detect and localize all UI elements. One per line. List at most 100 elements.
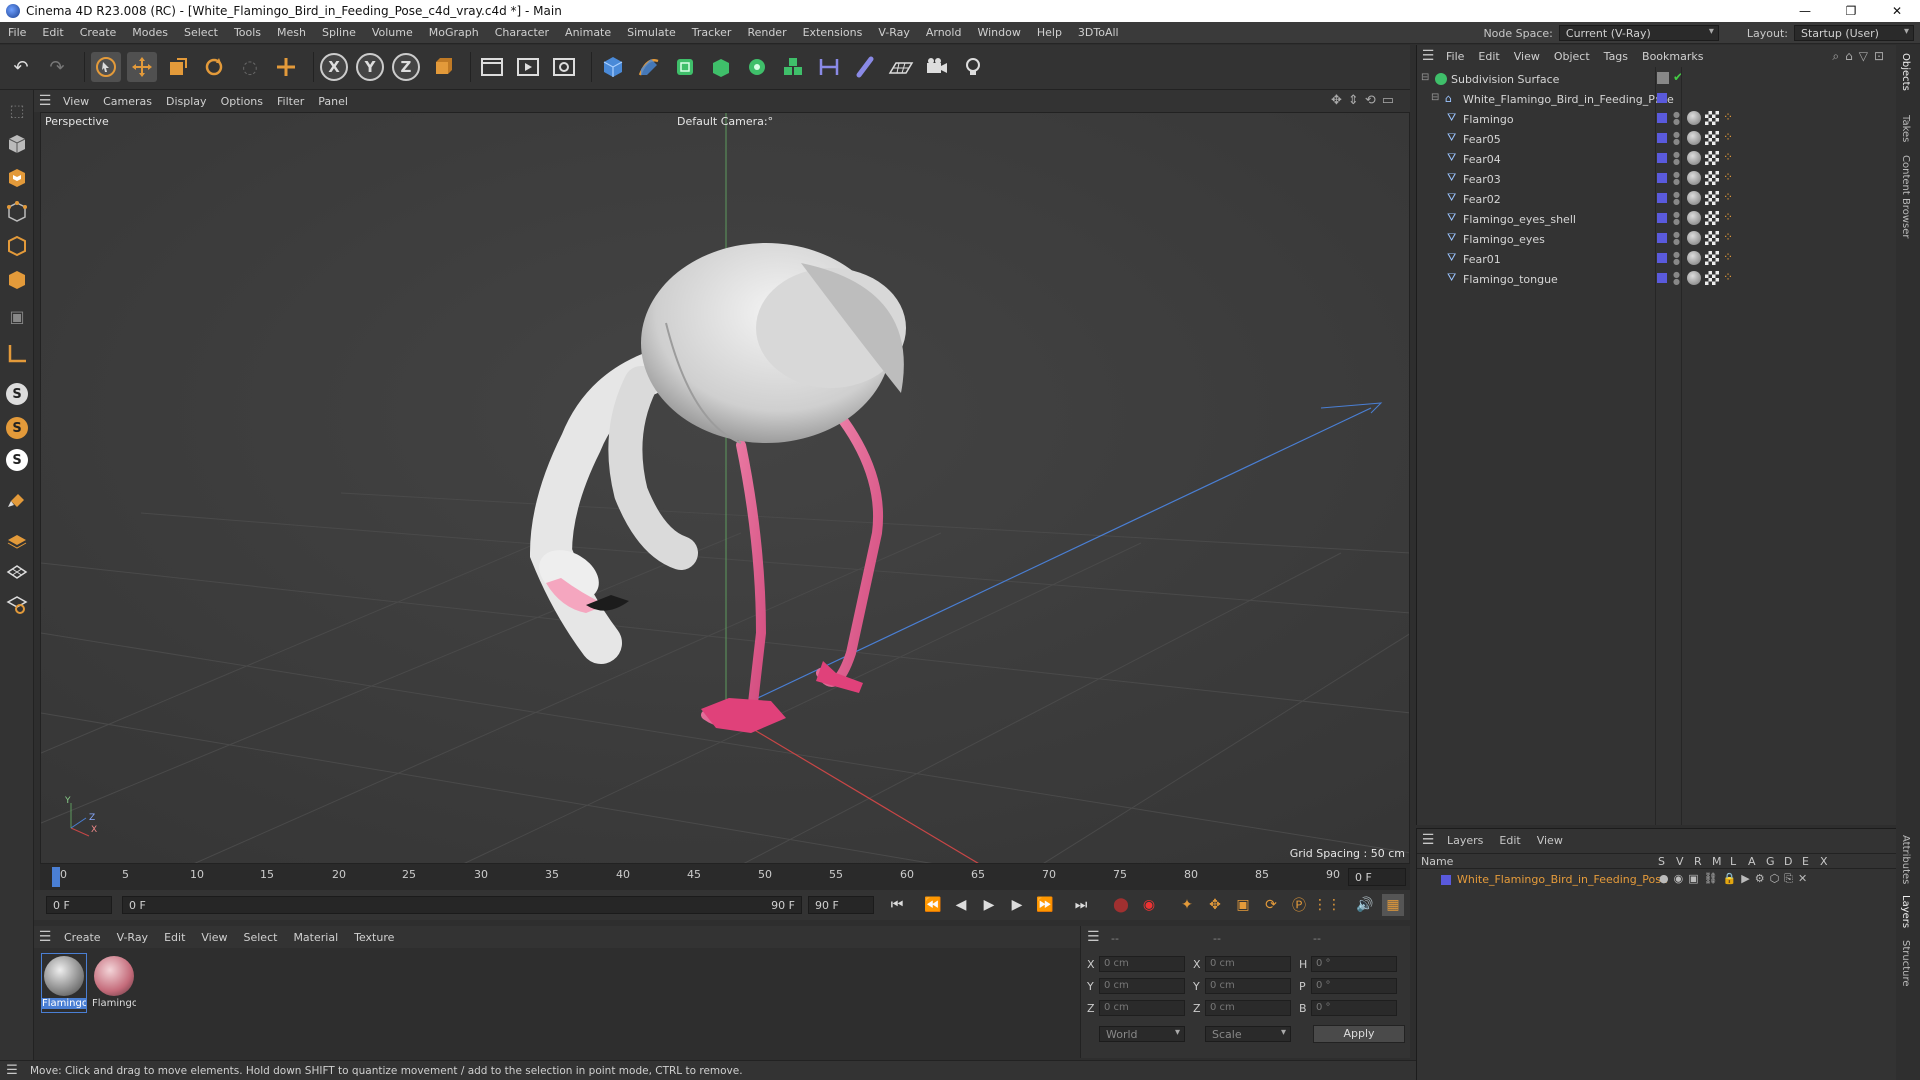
menu-volume[interactable]: Volume — [364, 26, 421, 39]
vray-tag-icon[interactable]: ⁘ — [1723, 250, 1733, 264]
layer-toggle-icons[interactable]: ●◉▣⛓🔒▶⚙⬡⎘✕ — [1659, 872, 1812, 886]
point-mode-icon[interactable] — [3, 198, 31, 226]
frame-range-slider[interactable]: 0 F 90 F — [122, 896, 802, 914]
prev-key-icon[interactable]: ⏪ — [922, 894, 944, 916]
material-tag-icon[interactable] — [1687, 191, 1701, 205]
visibility-dots-icon[interactable]: ● ● — [1673, 131, 1680, 146]
pos-x-field[interactable]: 0 cm — [1099, 956, 1185, 972]
cloner-icon[interactable] — [742, 52, 772, 82]
close-button[interactable]: ✕ — [1874, 0, 1920, 22]
pos-z-field[interactable]: 0 cm — [1099, 1000, 1185, 1016]
texture-tag-icon[interactable] — [1705, 171, 1719, 185]
layer-color-swatch[interactable] — [1657, 153, 1667, 163]
layer-color-swatch[interactable] — [1657, 273, 1667, 283]
objects-menu-bookmarks[interactable]: Bookmarks — [1635, 50, 1710, 63]
layer-color-swatch[interactable] — [1657, 93, 1667, 103]
object-row[interactable]: ⛛ Fear04 ● ● ⁘ — [1417, 149, 1897, 169]
grid-snap-icon[interactable] — [3, 558, 31, 586]
object-row[interactable]: ⛛ Flamingo_eyes_shell ● ● ⁘ — [1417, 209, 1897, 229]
layer-row[interactable]: White_Flamingo_Bird_in_Feeding_Pose ●◉▣⛓… — [1417, 871, 1897, 889]
key-move-icon[interactable]: ✥ — [1204, 894, 1226, 916]
layer-color-swatch[interactable] — [1657, 133, 1667, 143]
maximize-button[interactable]: ❐ — [1828, 0, 1874, 22]
visibility-dots-icon[interactable]: ● ● — [1673, 191, 1680, 206]
live-selection-icon[interactable]: ◌ — [235, 52, 265, 82]
texture-tag-icon[interactable] — [1705, 111, 1719, 125]
menu-create[interactable]: Create — [72, 26, 125, 39]
rotate-tool-icon[interactable] — [199, 52, 229, 82]
material-thumbnail[interactable]: Flamingo — [92, 954, 136, 1012]
visibility-dots-icon[interactable]: ● ● — [1673, 231, 1680, 246]
vray-tag-icon[interactable]: ⁘ — [1723, 190, 1733, 204]
objects-menu-edit[interactable]: Edit — [1471, 50, 1506, 63]
menu-mesh[interactable]: Mesh — [269, 26, 314, 39]
tab-layers[interactable]: Layers — [1900, 895, 1911, 928]
size-mode-dropdown[interactable]: Scale — [1205, 1026, 1291, 1042]
play-icon[interactable]: ▶ — [978, 894, 1000, 916]
tab-structure[interactable]: Structure — [1900, 940, 1911, 987]
floor-icon[interactable] — [886, 52, 916, 82]
object-row[interactable]: ⛛ Fear01 ● ● ⁘ — [1417, 249, 1897, 269]
start-frame-field[interactable]: 0 F — [46, 896, 112, 914]
object-row[interactable]: ⛛ Fear05 ● ● ⁘ — [1417, 129, 1897, 149]
layers-menu-view[interactable]: View — [1529, 834, 1571, 847]
viewport-camera-label[interactable]: Default Camera:° — [677, 115, 773, 128]
z-axis-lock-button[interactable]: Z — [392, 53, 420, 81]
autokey-icon[interactable]: ⬤ — [1110, 894, 1132, 916]
prev-frame-icon[interactable]: ◀ — [950, 894, 972, 916]
tree-collapse-icon[interactable]: ⊟ — [1421, 72, 1429, 83]
layer-color-swatch[interactable] — [1657, 253, 1667, 263]
texture-tag-icon[interactable] — [1705, 251, 1719, 265]
menu-edit[interactable]: Edit — [34, 26, 71, 39]
pos-y-field[interactable]: 0 cm — [1099, 978, 1185, 994]
scale-tool-icon[interactable] — [163, 52, 193, 82]
layers-menu-edit[interactable]: Edit — [1491, 834, 1528, 847]
move-tool-icon[interactable] — [127, 52, 157, 82]
timeline-playhead[interactable] — [52, 867, 60, 887]
transform-tool-icon[interactable] — [271, 52, 301, 82]
coords-hamburger-icon[interactable]: ☰ — [1087, 929, 1100, 945]
dope-sheet-icon[interactable]: ▦ — [1382, 894, 1404, 916]
menu-mograph[interactable]: MoGraph — [421, 26, 487, 39]
visibility-dots-icon[interactable]: ● ● — [1673, 111, 1680, 126]
material-hamburger-icon[interactable]: ☰ — [34, 929, 56, 945]
vray-tag-icon[interactable]: ⁘ — [1723, 270, 1733, 284]
next-key-icon[interactable]: ⏩ — [1034, 894, 1056, 916]
material-tag-icon[interactable] — [1687, 211, 1701, 225]
snap-s-icon-1[interactable]: S — [3, 380, 31, 408]
texture-tag-icon[interactable] — [1705, 211, 1719, 225]
material-tag-icon[interactable] — [1687, 231, 1701, 245]
object-row[interactable]: ⛛ Flamingo_tongue ● ● ⁘ — [1417, 269, 1897, 289]
texture-tag-icon[interactable] — [1705, 271, 1719, 285]
enable-toggle-icon[interactable] — [1657, 72, 1669, 84]
uv-mode-icon[interactable]: ▣ — [3, 302, 31, 330]
layers-menu-layers[interactable]: Layers — [1439, 834, 1491, 847]
timeline-window-icon[interactable]: 🔊 — [1354, 894, 1376, 916]
menu-animate[interactable]: Animate — [557, 26, 619, 39]
locked-workplane-icon[interactable] — [3, 590, 31, 618]
objects-menu-tags[interactable]: Tags — [1597, 50, 1635, 63]
material-menu-vray[interactable]: V-Ray — [109, 931, 157, 944]
texture-tag-icon[interactable] — [1705, 231, 1719, 245]
current-frame-field[interactable]: 0 F — [1348, 868, 1406, 886]
menu-tracker[interactable]: Tracker — [684, 26, 740, 39]
mograph-cloner-icon[interactable] — [778, 52, 808, 82]
layer-color-swatch[interactable] — [1657, 193, 1667, 203]
layer-color-swatch[interactable] — [1657, 113, 1667, 123]
goto-end-icon[interactable]: ⏭ — [1070, 894, 1092, 916]
goto-start-icon[interactable]: ⏮ — [886, 894, 908, 916]
apply-button[interactable]: Apply — [1313, 1025, 1405, 1043]
end-frame-field[interactable]: 90 F — [808, 896, 874, 914]
object-row[interactable]: ⛛ Flamingo_eyes ● ● ⁘ — [1417, 229, 1897, 249]
perspective-viewport[interactable]: Perspective Default Camera:° Grid Spacin… — [40, 112, 1410, 864]
axis-mode-icon[interactable] — [3, 340, 31, 368]
hamburger-icon[interactable]: ☰ — [34, 93, 56, 109]
object-row[interactable]: ⛛ Fear02 ● ● ⁘ — [1417, 189, 1897, 209]
layers-hamburger-icon[interactable]: ☰ — [1417, 832, 1439, 848]
menu-modes[interactable]: Modes — [124, 26, 176, 39]
material-tag-icon[interactable] — [1687, 151, 1701, 165]
material-thumbnail[interactable]: Flamingo — [41, 953, 87, 1013]
tab-takes[interactable]: Takes — [1900, 115, 1911, 142]
objects-menu-file[interactable]: File — [1439, 50, 1471, 63]
layer-color-swatch[interactable] — [1657, 213, 1667, 223]
